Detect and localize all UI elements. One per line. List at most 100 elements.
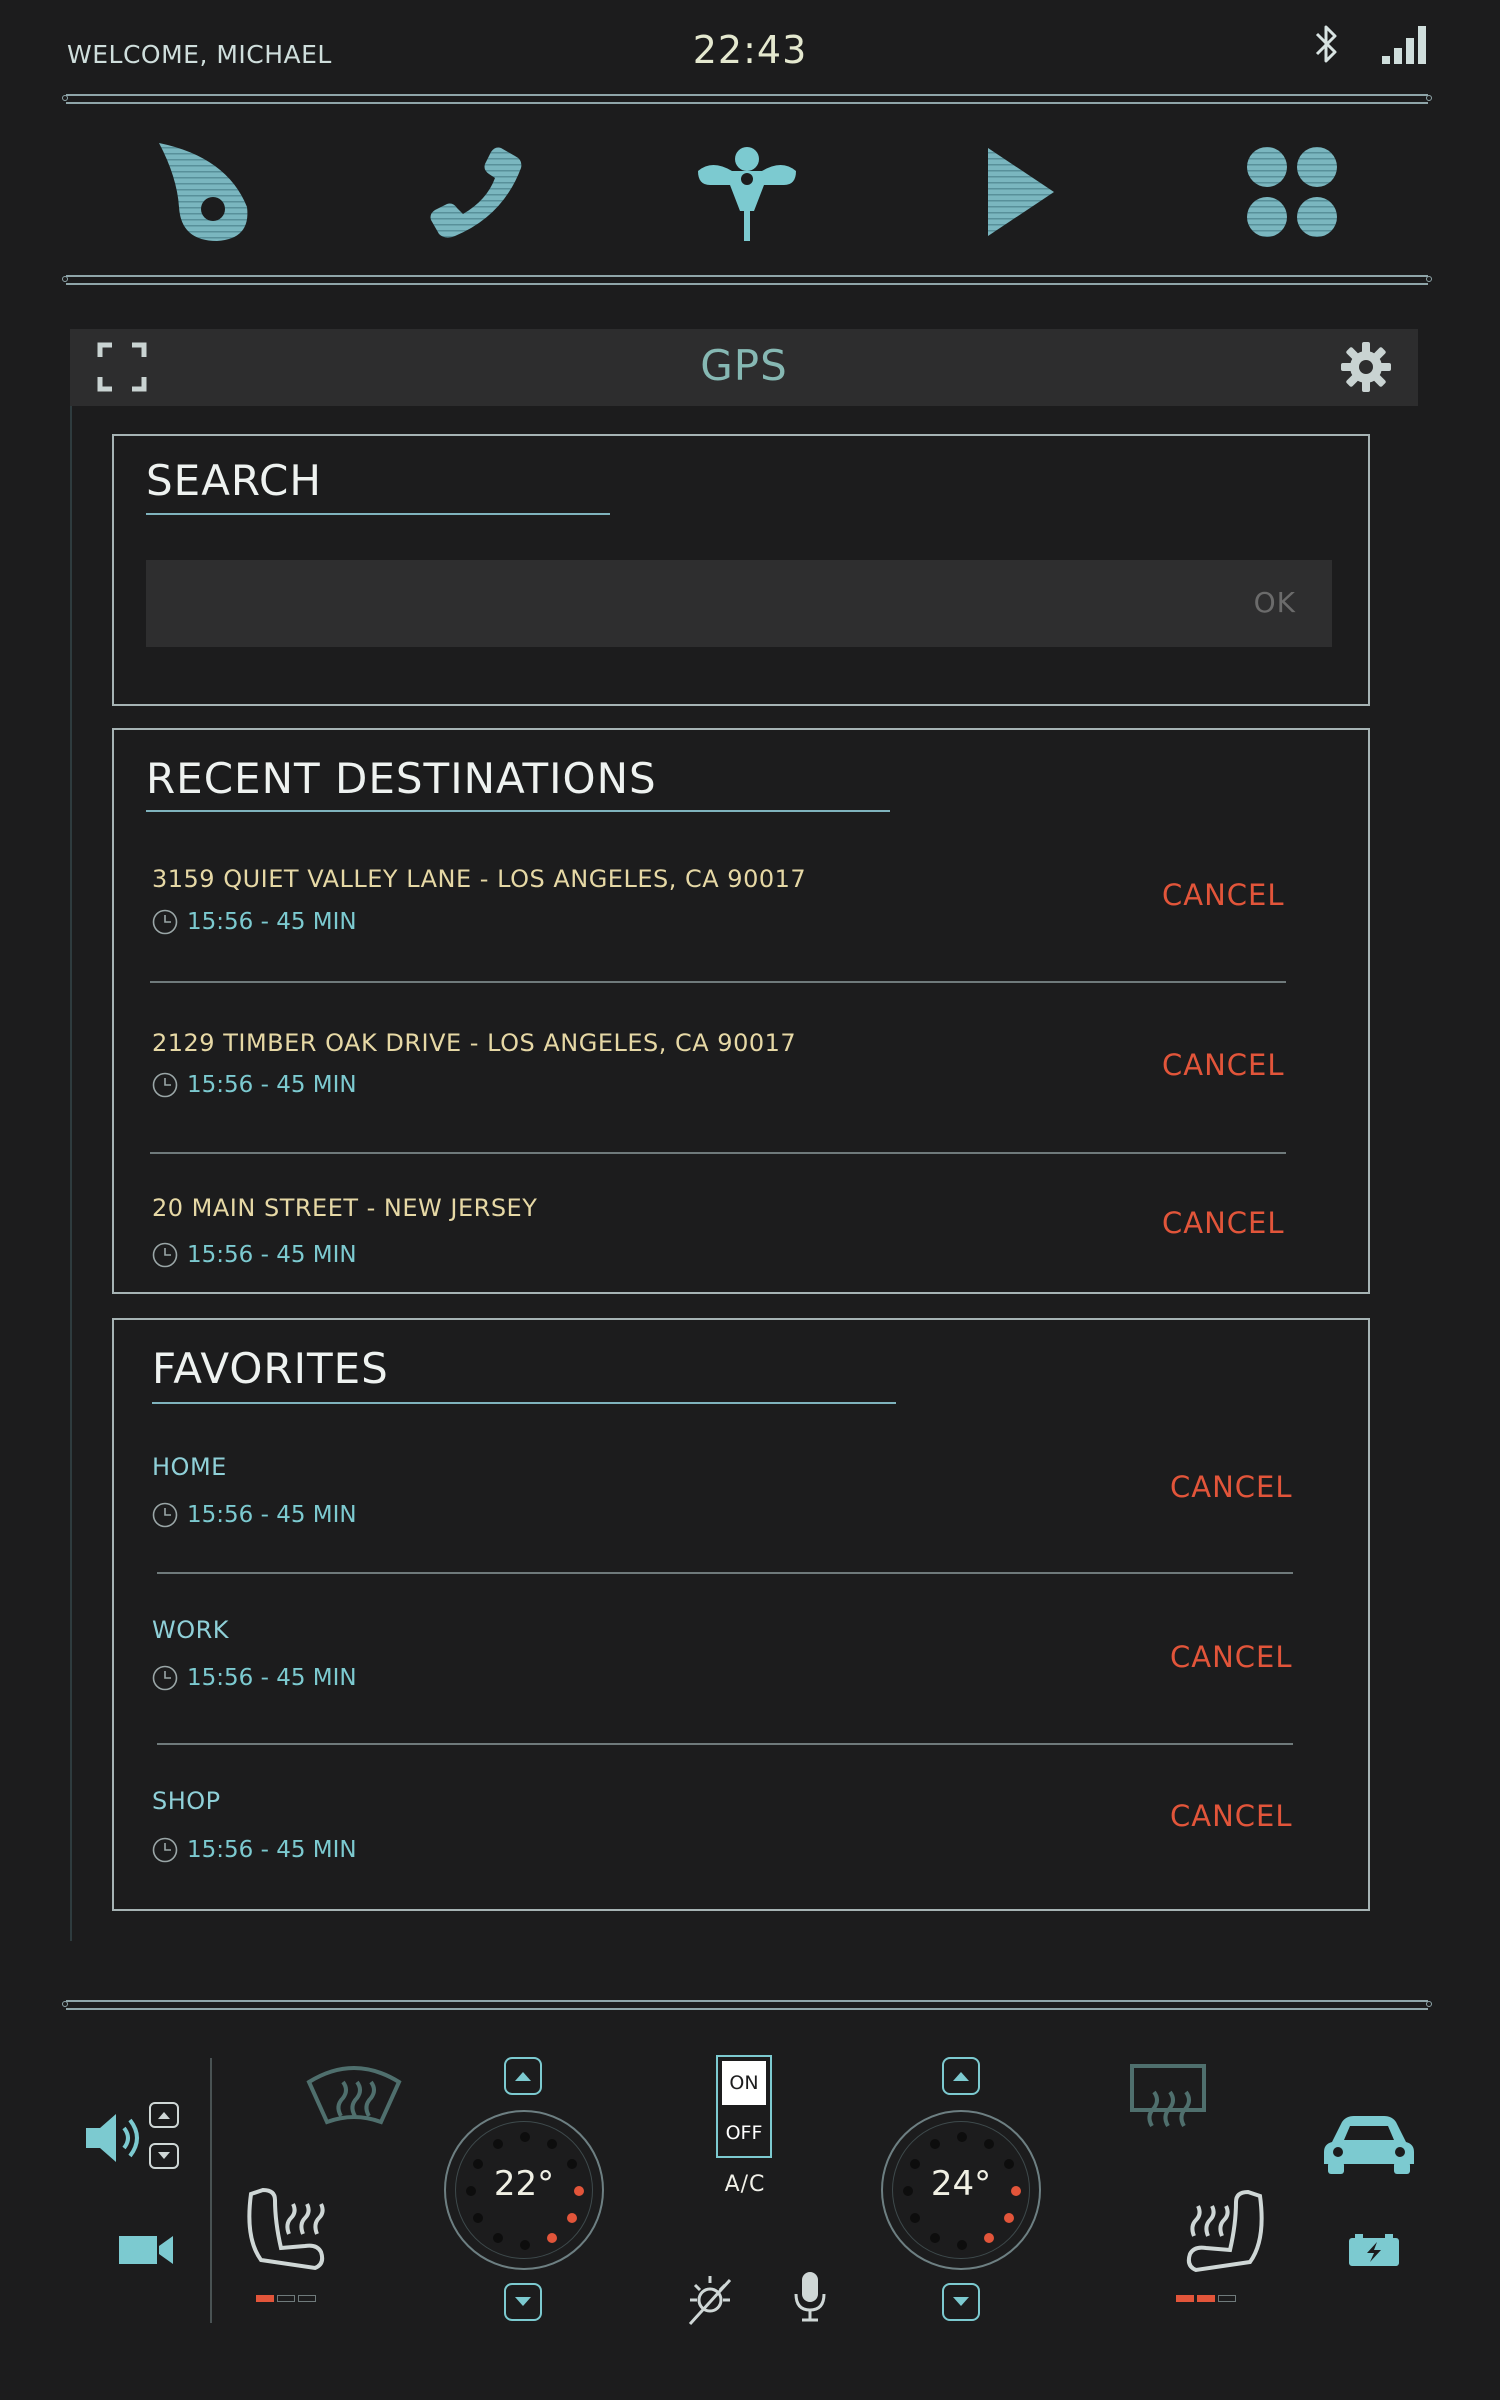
clock-icon <box>152 1242 178 1268</box>
front-defrost-icon <box>306 2066 402 2125</box>
seat-heat-segment <box>277 2295 295 2302</box>
recent-title-underline <box>146 810 890 812</box>
auto-brightness-button[interactable] <box>682 2270 738 2330</box>
temp-dial-dot <box>520 2240 530 2250</box>
recent-address: 20 MAIN STREET - NEW JERSEY <box>152 1194 538 1222</box>
clock-icon <box>152 1665 178 1691</box>
recent-time: 15:56 - 45 MIN <box>187 909 357 935</box>
temp-dial-dot <box>930 2139 940 2150</box>
right-temp-up-button[interactable] <box>942 2057 980 2095</box>
camera-icon <box>119 2236 173 2264</box>
gps-header: GPS <box>70 329 1418 406</box>
vehicle-button[interactable] <box>1322 2112 1416 2180</box>
camera-button[interactable] <box>117 2232 175 2272</box>
main-nav <box>66 132 1428 252</box>
clock-icon <box>152 1837 178 1863</box>
favorite-meta: 15:56 - 45 MIN <box>152 1502 357 1528</box>
clock-icon <box>152 1502 178 1528</box>
volume-down-button[interactable] <box>149 2143 179 2169</box>
temp-dial-dot <box>1003 2213 1014 2223</box>
seat-heat-segment <box>298 2295 316 2302</box>
ac-label: A/C <box>724 2172 766 2197</box>
favorites-card: FAVORITES HOME 15:56 - 45 MIN CANCEL WOR… <box>112 1318 1370 1911</box>
brightness-icon <box>688 2276 732 2326</box>
arrow-up-icon <box>158 2112 170 2119</box>
arrow-up-icon <box>953 2072 969 2081</box>
phone-icon <box>430 147 521 238</box>
temp-dial-dot <box>1011 2186 1021 2196</box>
recent-time: 15:56 - 45 MIN <box>187 1242 357 1268</box>
volume-button[interactable] <box>82 2110 142 2170</box>
rear-defrost-button[interactable] <box>1128 2062 1208 2136</box>
temp-dial-dot <box>473 2213 484 2223</box>
climate-divider <box>210 2058 212 2323</box>
row-divider <box>157 1572 1293 1574</box>
battery-button[interactable] <box>1347 2234 1401 2272</box>
front-defrost-button[interactable] <box>305 2060 403 2136</box>
temp-dial-dot <box>566 2213 577 2223</box>
nav-apps-button[interactable] <box>1232 132 1352 252</box>
nav-media-button[interactable] <box>959 132 1079 252</box>
left-temp-down-button[interactable] <box>504 2283 542 2321</box>
content-rail <box>70 406 72 1941</box>
favorite-time: 15:56 - 45 MIN <box>187 1502 357 1528</box>
right-seat-heat-button[interactable] <box>1180 2189 1266 2284</box>
left-temp-dial[interactable]: 22° <box>444 2110 604 2270</box>
right-temp-dial[interactable]: 24° <box>881 2110 1041 2270</box>
recent-meta: 15:56 - 45 MIN <box>152 1072 357 1098</box>
left-seat-heat-button[interactable] <box>245 2187 333 2282</box>
temp-dial-dot <box>957 2240 967 2250</box>
favorites-title: FAVORITES <box>152 1344 389 1393</box>
seat-heat-segment <box>256 2295 274 2302</box>
temp-dial-dot <box>466 2186 476 2196</box>
temp-dial-dot <box>903 2186 913 2196</box>
navigation-icon <box>697 147 796 241</box>
nav-map-button[interactable] <box>142 132 262 252</box>
temp-dial-dot <box>520 2132 530 2142</box>
right-temp-down-button[interactable] <box>942 2283 980 2321</box>
cancel-button[interactable]: CANCEL <box>1170 1640 1293 1674</box>
microphone-icon <box>794 2272 826 2322</box>
temp-dial-dot <box>493 2232 503 2243</box>
temp-dial-dot <box>574 2186 584 2196</box>
settings-button[interactable] <box>1340 341 1392 393</box>
favorites-title-underline <box>152 1402 896 1404</box>
cancel-button[interactable]: CANCEL <box>1162 1048 1285 1082</box>
gear-icon <box>1341 342 1391 392</box>
voice-button[interactable] <box>792 2268 828 2328</box>
search-title-underline <box>146 513 610 515</box>
cancel-button[interactable]: CANCEL <box>1162 878 1285 912</box>
top-divider <box>62 94 1432 104</box>
nav-navigation-button[interactable] <box>687 132 807 252</box>
nav-phone-button[interactable] <box>415 132 535 252</box>
gps-title: GPS <box>700 341 788 390</box>
search-card: SEARCH OK <box>112 434 1370 706</box>
search-box: OK <box>146 560 1332 649</box>
left-temp-ring: 22° <box>455 2121 593 2259</box>
favorite-time: 15:56 - 45 MIN <box>187 1837 357 1863</box>
temp-dial-dot <box>984 2139 994 2150</box>
favorite-name: WORK <box>152 1616 230 1644</box>
left-temp-up-button[interactable] <box>504 2057 542 2095</box>
temp-dial-dot <box>547 2139 557 2150</box>
seat-heat-segment <box>1197 2295 1215 2302</box>
seat-heat-icon <box>1186 2189 1264 2273</box>
cancel-button[interactable]: CANCEL <box>1170 1799 1293 1833</box>
temp-dial-dot <box>930 2232 940 2243</box>
favorite-name: SHOP <box>152 1787 221 1815</box>
search-input[interactable] <box>166 560 1230 649</box>
ac-toggle[interactable]: ON OFF <box>716 2055 772 2158</box>
cancel-button[interactable]: CANCEL <box>1170 1470 1293 1504</box>
battery-charging-icon <box>1349 2234 1399 2266</box>
apps-icon <box>1246 147 1337 237</box>
volume-up-button[interactable] <box>149 2102 179 2128</box>
cancel-button[interactable]: CANCEL <box>1162 1206 1285 1240</box>
temp-dial-dot <box>566 2159 577 2169</box>
search-ok-button[interactable]: OK <box>1254 586 1296 619</box>
rear-defrost-icon <box>1130 2064 1206 2128</box>
row-divider <box>150 1152 1286 1154</box>
right-seat-heat-level <box>1176 2295 1236 2302</box>
right-temp-ring: 24° <box>892 2121 1030 2259</box>
clock-time: 22:43 <box>692 28 808 72</box>
favorite-meta: 15:56 - 45 MIN <box>152 1837 357 1863</box>
